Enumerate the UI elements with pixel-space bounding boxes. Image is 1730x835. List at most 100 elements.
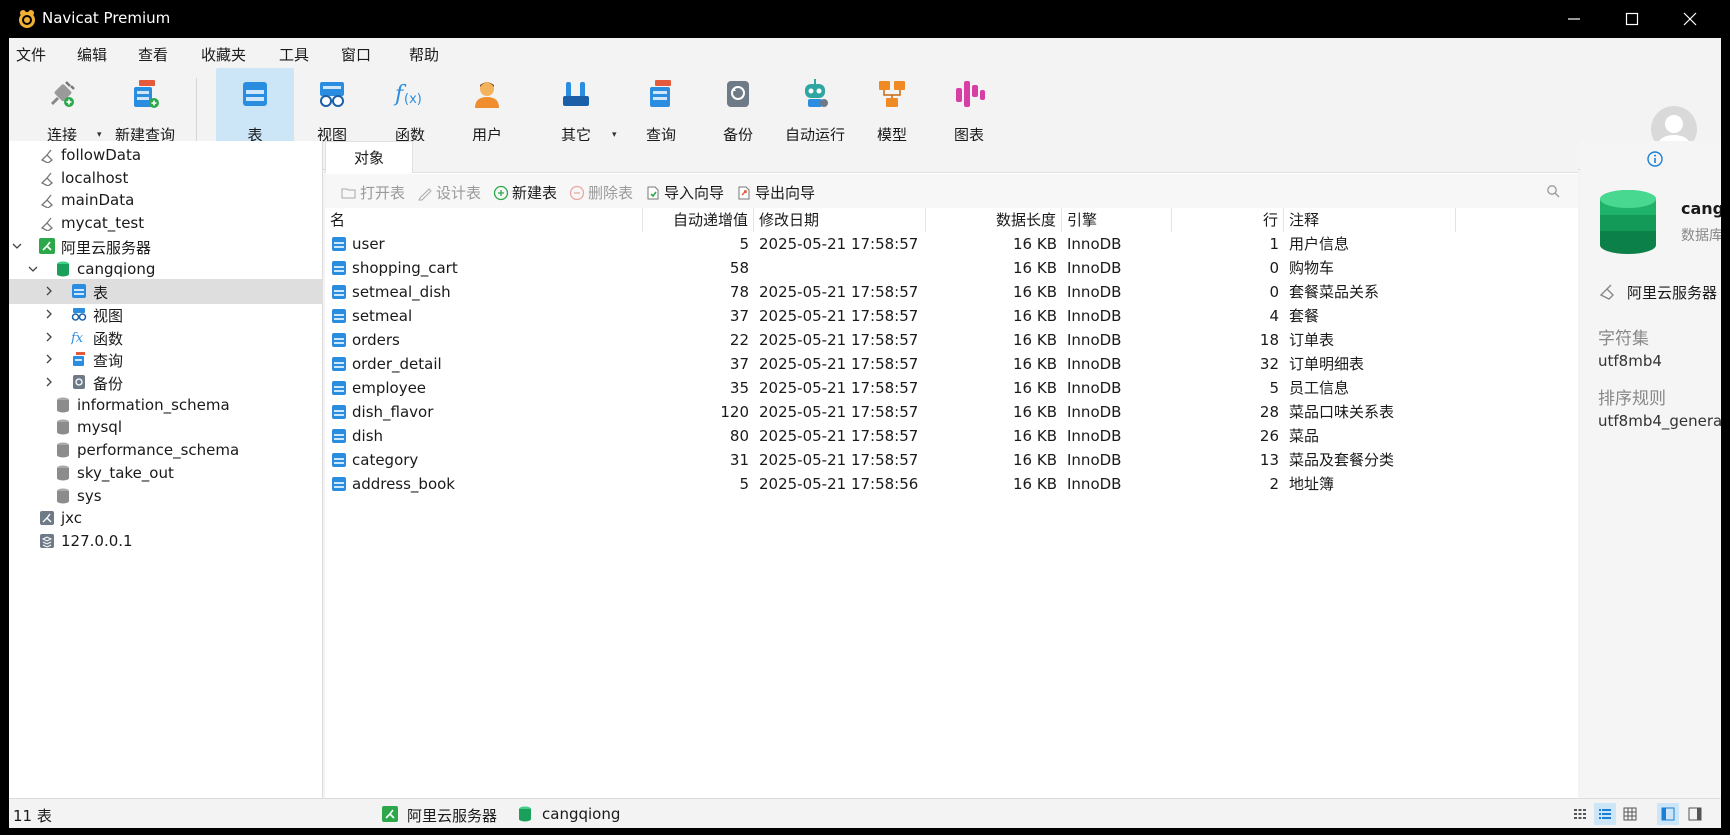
nav-database-sys[interactable]: sys xyxy=(9,484,323,509)
nav-connection-followData[interactable]: followData xyxy=(9,143,323,168)
database-icon xyxy=(1600,190,1656,254)
cell-modified: 2025-05-21 17:58:57 xyxy=(759,427,919,445)
close-button[interactable] xyxy=(1661,0,1719,38)
nav-database-performance-schema[interactable]: performance_schema xyxy=(9,438,323,463)
design-table-button[interactable]: 设计表 xyxy=(417,182,481,203)
info-icon[interactable] xyxy=(1647,151,1663,167)
table-row[interactable]: order_detail 37 2025-05-21 17:58:57 16 KB In… xyxy=(325,352,1578,376)
table-icon xyxy=(332,309,346,323)
table-row[interactable]: dish 80 2025-05-21 17:58:57 16 KB InnoDB 26 菜品 xyxy=(325,424,1578,448)
panel-left-icon xyxy=(1661,807,1675,821)
nav-connection-mainData[interactable]: mainData xyxy=(9,188,323,213)
backup-icon xyxy=(727,81,749,107)
nav-database-mysql[interactable]: mysql xyxy=(9,415,323,440)
cell-modified: 2025-05-21 17:58:57 xyxy=(759,403,919,421)
cell-engine: InnoDB xyxy=(1067,451,1122,469)
table-row[interactable]: category 31 2025-05-21 17:58:57 16 KB InnoDB… xyxy=(325,448,1578,472)
other-dropdown-icon[interactable]: ▾ xyxy=(612,130,617,140)
tab-objects[interactable]: 对象 xyxy=(325,141,413,173)
view-list-small-button[interactable] xyxy=(1569,803,1591,825)
nav-database-cangqiong[interactable]: cangqiong xyxy=(9,257,323,282)
cell-name: setmeal_dish xyxy=(352,283,451,301)
chevron-right-icon[interactable] xyxy=(43,285,55,297)
chevron-down-icon[interactable] xyxy=(11,240,23,252)
table-row[interactable]: address_book 5 2025-05-21 17:58:56 16 KB Inn… xyxy=(325,472,1578,496)
nav-connection-aliyun[interactable]: 阿里云服务器 xyxy=(9,234,323,259)
chevron-right-icon[interactable] xyxy=(43,353,55,365)
nav-item-label: mainData xyxy=(61,191,135,210)
cell-rows: 28 xyxy=(1259,403,1279,421)
connection-icon xyxy=(40,149,53,163)
minimize-button[interactable] xyxy=(1545,0,1603,38)
menu-tools[interactable]: 工具 xyxy=(279,44,309,65)
table-row[interactable]: shopping_cart 58 16 KB InnoDB 0 购物车 xyxy=(325,256,1578,280)
view-detail-button[interactable] xyxy=(1594,803,1616,825)
cell-modified: 2025-05-21 17:58:57 xyxy=(759,331,919,349)
cell-auto-inc: 37 xyxy=(729,355,749,373)
info-panel: cangqiong 数据库 阿里云服务器 字符集 utf8mb4 排序规则 ut… xyxy=(1580,141,1721,798)
object-panel: 对象 打开表 设计表 新建表 删除表 导入向导 导出向导 名 自动递增值 修改日… xyxy=(325,141,1578,798)
nav-tables[interactable]: 表 xyxy=(9,279,323,305)
import-icon xyxy=(647,186,659,199)
new-table-button[interactable]: 新建表 xyxy=(493,182,557,203)
chevron-down-icon[interactable] xyxy=(27,263,39,275)
cell-comment: 员工信息 xyxy=(1289,379,1350,397)
database-open-icon xyxy=(57,261,69,276)
tables-grid: 名 自动递增值 修改日期 数据长度 引擎 行 注释 user 5 2025-05-2… xyxy=(325,208,1578,798)
menu-view[interactable]: 查看 xyxy=(138,44,168,65)
import-wizard-button[interactable]: 导入向导 xyxy=(645,182,724,203)
toggle-left-panel-button[interactable] xyxy=(1657,803,1679,825)
connect-dropdown-icon[interactable]: ▾ xyxy=(97,130,102,140)
nav-functions[interactable]: fx 函数 xyxy=(9,325,323,350)
open-table-button[interactable]: 打开表 xyxy=(341,182,405,203)
table-row[interactable]: orders 22 2025-05-21 17:58:57 16 KB InnoDB 18… xyxy=(325,328,1578,352)
maximize-button[interactable] xyxy=(1603,0,1661,38)
toggle-right-panel-button[interactable] xyxy=(1684,803,1706,825)
chevron-right-icon[interactable] xyxy=(43,331,55,343)
column-header-data-length[interactable]: 数据长度 xyxy=(926,208,1062,232)
info-collation-label: 排序规则 xyxy=(1598,389,1666,409)
nav-connection-localhost[interactable]: localhost xyxy=(9,166,323,191)
table-row[interactable]: setmeal_dish 78 2025-05-21 17:58:57 16 KB In… xyxy=(325,280,1578,304)
table-row[interactable]: dish_flavor 120 2025-05-21 17:58:57 16 KB In… xyxy=(325,400,1578,424)
menu-window[interactable]: 窗口 xyxy=(341,44,371,65)
search-icon[interactable] xyxy=(1546,184,1560,198)
export-wizard-button[interactable]: 导出向导 xyxy=(736,182,815,203)
nav-backups[interactable]: 备份 xyxy=(9,370,323,395)
plug-icon xyxy=(50,81,75,107)
menu-file[interactable]: 文件 xyxy=(16,44,46,65)
nav-database-sky-take-out[interactable]: sky_take_out xyxy=(9,461,323,486)
nav-connection-jxc[interactable]: jxc xyxy=(9,506,323,531)
menu-edit[interactable]: 编辑 xyxy=(77,44,107,65)
cell-name: orders xyxy=(352,331,400,349)
nav-database-information-schema[interactable]: information_schema xyxy=(9,393,323,418)
column-header-name[interactable]: 名 xyxy=(325,208,643,232)
nav-queries[interactable]: 查询 xyxy=(9,347,323,372)
menu-help[interactable]: 帮助 xyxy=(409,44,439,65)
column-header-auto-inc[interactable]: 自动递增值 xyxy=(643,208,754,232)
column-header-comment[interactable]: 注释 xyxy=(1284,208,1456,232)
info-server: 阿里云服务器 xyxy=(1627,284,1718,302)
server-connected-icon xyxy=(382,806,398,822)
cell-modified xyxy=(754,256,926,280)
table-row[interactable]: setmeal 37 2025-05-21 17:58:57 16 KB InnoDB 4… xyxy=(325,304,1578,328)
cell-auto-inc: 5 xyxy=(739,475,749,493)
nav-connection-mycat_test[interactable]: mycat_test xyxy=(9,211,323,236)
menu-favorites[interactable]: 收藏夹 xyxy=(201,44,246,65)
column-header-engine[interactable]: 引擎 xyxy=(1062,208,1172,232)
delete-table-button[interactable]: 删除表 xyxy=(569,182,633,203)
nav-connection-local[interactable]: 127.0.0.1 xyxy=(9,529,323,554)
view-icons-button[interactable] xyxy=(1619,803,1641,825)
nav-views[interactable]: 视图 xyxy=(9,302,323,327)
chevron-right-icon[interactable] xyxy=(43,376,55,388)
chevron-right-icon[interactable] xyxy=(43,308,55,320)
column-header-rows[interactable]: 行 xyxy=(1172,208,1284,232)
nav-item-label: 阿里云服务器 xyxy=(61,238,152,257)
table-row[interactable]: user 5 2025-05-21 17:58:57 16 KB InnoDB 1 用户信息 xyxy=(325,232,1578,256)
nav-item-label: information_schema xyxy=(77,395,230,414)
table-row[interactable]: employee 35 2025-05-21 17:58:57 16 KB InnoDB… xyxy=(325,376,1578,400)
cell-data-len: 16 KB xyxy=(1013,355,1057,373)
cell-comment: 地址簿 xyxy=(1289,475,1335,493)
column-header-modified[interactable]: 修改日期 xyxy=(754,208,926,232)
cell-engine: InnoDB xyxy=(1067,403,1122,421)
